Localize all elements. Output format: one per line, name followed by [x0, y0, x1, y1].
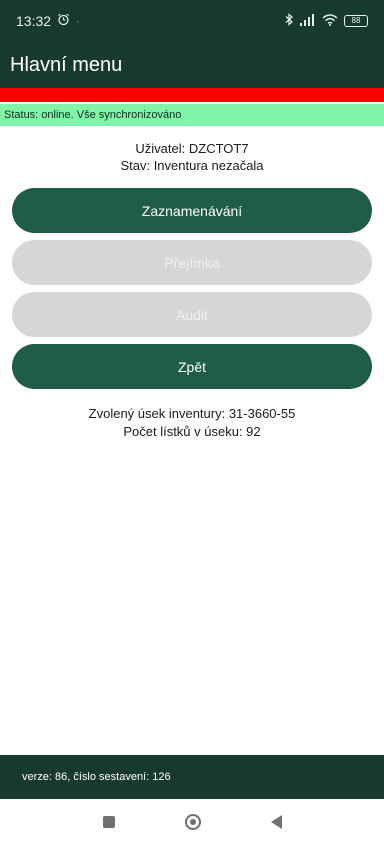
wifi-icon [322, 13, 338, 29]
inventory-state-label: Stav: Inventura nezačala [120, 158, 264, 173]
system-status-bar: 13:32 · 88 [0, 0, 384, 42]
version-text: verze: 86, číslo sestavení: 126 [22, 771, 171, 783]
system-nav-bar [0, 799, 384, 844]
notification-dot-icon: · [76, 16, 80, 26]
version-footer: verze: 86, číslo sestavení: 126 [0, 755, 384, 799]
selected-section-label: Zvolený úsek inventury: 31-3660-55 [88, 406, 296, 421]
back-arrow-icon[interactable] [270, 814, 282, 829]
home-icon[interactable] [184, 813, 201, 830]
alarm-clock-icon [57, 13, 70, 29]
bluetooth-icon [285, 13, 294, 29]
back-button[interactable]: Zpět [12, 344, 372, 389]
app-bar: Hlavní menu [0, 42, 384, 88]
page-title: Hlavní menu [10, 53, 123, 76]
receipt-button[interactable]: Přejímka [12, 240, 372, 285]
user-info: Uživatel: DZCTOT7 Stav: Inventura nezača… [0, 140, 384, 174]
record-button[interactable]: Zaznamenávání [12, 188, 372, 233]
audit-button[interactable]: Audit [12, 292, 372, 337]
alert-bar [0, 88, 384, 102]
sync-status-text: Status: online. Vše synchronizováno [4, 109, 182, 121]
user-label: Uživatel: DZCTOT7 [135, 141, 249, 156]
recent-apps-icon[interactable] [102, 815, 115, 828]
clock-time: 13:32 [16, 13, 52, 29]
ticket-count-label: Počet lístků v úseku: 92 [123, 424, 261, 439]
status-bar-left: 13:32 · [16, 13, 79, 29]
battery-icon: 88 [344, 15, 368, 27]
sync-status-banner: Status: online. Vše synchronizováno [0, 104, 384, 126]
inventory-section-info: Zvolený úsek inventury: 31-3660-55 Počet… [0, 405, 384, 441]
status-bar-right: 88 [285, 13, 368, 29]
signal-icon [300, 13, 316, 29]
screen: 13:32 · 88 Hlavní menu Status: online. V… [0, 0, 384, 844]
